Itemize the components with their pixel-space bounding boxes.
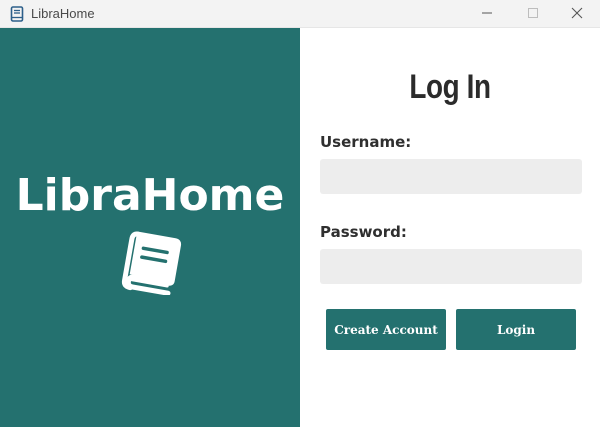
maximize-button[interactable] xyxy=(510,0,556,27)
password-label: Password: xyxy=(320,223,407,241)
app-book-icon xyxy=(10,6,24,22)
username-input[interactable] xyxy=(320,159,582,194)
brand-panel: LibraHome xyxy=(0,28,300,427)
login-heading: Log In xyxy=(409,68,491,106)
minimize-icon xyxy=(481,4,493,23)
app-window: LibraHome LibraHome Log In Username: Pas… xyxy=(0,0,600,427)
login-panel: Log In Username: Password: Create Accoun… xyxy=(300,28,600,427)
close-button[interactable] xyxy=(554,0,600,27)
close-icon xyxy=(571,4,583,23)
window-title: LibraHome xyxy=(31,6,95,21)
title-bar: LibraHome xyxy=(0,0,600,28)
create-account-button[interactable]: Create Account xyxy=(326,309,446,350)
username-label: Username: xyxy=(320,133,412,151)
login-button[interactable]: Login xyxy=(456,309,576,350)
brand-name: LibraHome xyxy=(15,170,285,221)
minimize-button[interactable] xyxy=(464,0,510,27)
password-input[interactable] xyxy=(320,249,582,284)
maximize-icon xyxy=(527,4,539,23)
book-icon xyxy=(119,231,185,296)
